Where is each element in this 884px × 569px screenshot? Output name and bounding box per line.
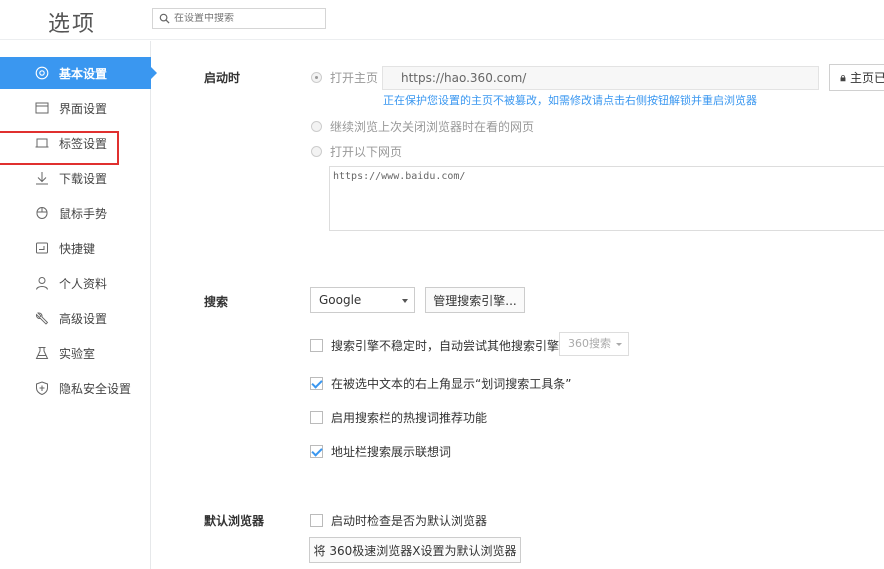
default-check-label: 启动时检查是否为默认浏览器 [331, 514, 488, 528]
sidebar-item-lab[interactable]: 实验室 [0, 337, 151, 369]
radio-continue-last-label: 继续浏览上次关闭浏览器时在看的网页 [330, 120, 535, 134]
set-default-browser-button[interactable]: 将 360极速浏览器X设置为默认浏览器 [309, 537, 521, 563]
sidebar-item-label: 隐私安全设置 [59, 381, 132, 396]
fallback-engine-select[interactable]: 360搜索 [559, 332, 629, 356]
lock-icon [840, 74, 846, 81]
sidebar-item-label: 高级设置 [59, 311, 108, 326]
hotwords-checkbox[interactable] [310, 411, 323, 424]
home-protection-notice: 正在保护您设置的主页不被篡改，如需修改请点击右侧按钮解锁并重启浏览器 [383, 94, 757, 107]
home-locked-label: 主页已锁 [849, 71, 884, 85]
chevron-down-icon [616, 343, 622, 346]
toolbar-checkbox-row[interactable]: 在被选中文本的右上角显示“划词搜索工具条” [310, 375, 571, 392]
chevron-down-icon [402, 299, 408, 303]
sidebar-item-mouse[interactable]: 鼠标手势 [0, 197, 151, 229]
default-check-checkbox[interactable] [310, 514, 323, 527]
sidebar-item-interface[interactable]: 界面设置 [0, 92, 151, 124]
flask-icon [35, 346, 49, 360]
sidebar-item-basic[interactable]: 基本设置 [0, 57, 157, 89]
sidebar-item-label: 快捷键 [59, 241, 96, 256]
radio-continue-last[interactable]: 继续浏览上次关闭浏览器时在看的网页 [311, 118, 534, 135]
search-icon [159, 13, 170, 24]
search-input[interactable] [174, 13, 314, 24]
page-title: 选项 [48, 12, 97, 37]
target-icon [35, 66, 49, 80]
fallback-engine-value: 360搜索 [568, 337, 611, 350]
header-bar: 选项 [0, 0, 884, 40]
search-engine-select[interactable]: Google [310, 287, 415, 313]
hotwords-checkbox-label: 启用搜索栏的热搜词推荐功能 [331, 411, 488, 425]
default-check-checkbox-row[interactable]: 启动时检查是否为默认浏览器 [310, 512, 487, 529]
wrench-icon [35, 311, 49, 325]
sidebar-item-label: 实验室 [59, 346, 96, 361]
radio-continue-last-dot[interactable] [311, 121, 322, 132]
radio-open-home[interactable]: 打开主页 [311, 69, 378, 86]
suggest-checkbox-label: 地址栏搜索展示联想词 [331, 445, 452, 459]
radio-open-pages[interactable]: 打开以下网页 [311, 143, 402, 160]
keyboard-icon [35, 241, 49, 255]
sidebar: 基本设置 界面设置 标签设置 下载设置 鼠标手势 快捷键 个人资料 高级设置 实… [0, 41, 157, 569]
window-icon [35, 101, 49, 115]
highlight-box [0, 131, 119, 165]
fallback-engine-checkbox[interactable] [310, 339, 323, 352]
sidebar-item-label: 基本设置 [59, 66, 108, 81]
person-icon [35, 276, 49, 290]
search-box[interactable] [152, 8, 326, 29]
hotwords-checkbox-row[interactable]: 启用搜索栏的热搜词推荐功能 [310, 409, 487, 426]
sidebar-item-profile[interactable]: 个人资料 [0, 267, 151, 299]
radio-open-home-dot[interactable] [311, 72, 322, 83]
toolbar-checkbox-label: 在被选中文本的右上角显示“划词搜索工具条” [331, 377, 572, 391]
default-browser-section-label: 默认浏览器 [204, 514, 265, 528]
manage-search-engines-button[interactable]: 管理搜索引擎... [425, 287, 525, 313]
radio-open-pages-label: 打开以下网页 [330, 145, 403, 159]
fallback-engine-checkbox-row[interactable]: 搜索引擎不稳定时，自动尝试其他搜索引擎： [310, 337, 571, 354]
home-locked-button[interactable]: 主页已锁 [829, 64, 884, 91]
suggest-checkbox[interactable] [310, 445, 323, 458]
sidebar-item-label: 界面设置 [59, 101, 108, 116]
sidebar-item-advanced[interactable]: 高级设置 [0, 302, 151, 334]
search-engine-value: Google [319, 293, 362, 307]
toolbar-checkbox[interactable] [310, 377, 323, 390]
mouse-icon [35, 206, 49, 220]
sidebar-item-shortcuts[interactable]: 快捷键 [0, 232, 151, 264]
fallback-engine-label: 搜索引擎不稳定时，自动尝试其他搜索引擎： [331, 339, 572, 353]
startup-section-label: 启动时 [204, 71, 241, 85]
startup-pages-textarea[interactable]: https://www.baidu.com/ [329, 166, 884, 231]
suggest-checkbox-row[interactable]: 地址栏搜索展示联想词 [310, 443, 451, 460]
sidebar-item-label: 个人资料 [59, 276, 108, 291]
sidebar-item-label: 下载设置 [59, 171, 108, 186]
download-icon [35, 171, 49, 185]
search-section-label: 搜索 [204, 295, 229, 309]
radio-open-home-label: 打开主页 [330, 71, 379, 85]
home-url-field: https://hao.360.com/ [382, 66, 819, 90]
sidebar-item-privacy[interactable]: 隐私安全设置 [0, 372, 151, 404]
sidebar-item-download[interactable]: 下载设置 [0, 162, 151, 194]
sidebar-item-label: 鼠标手势 [59, 206, 108, 221]
shield-icon [35, 381, 49, 395]
radio-open-pages-dot[interactable] [311, 146, 322, 157]
